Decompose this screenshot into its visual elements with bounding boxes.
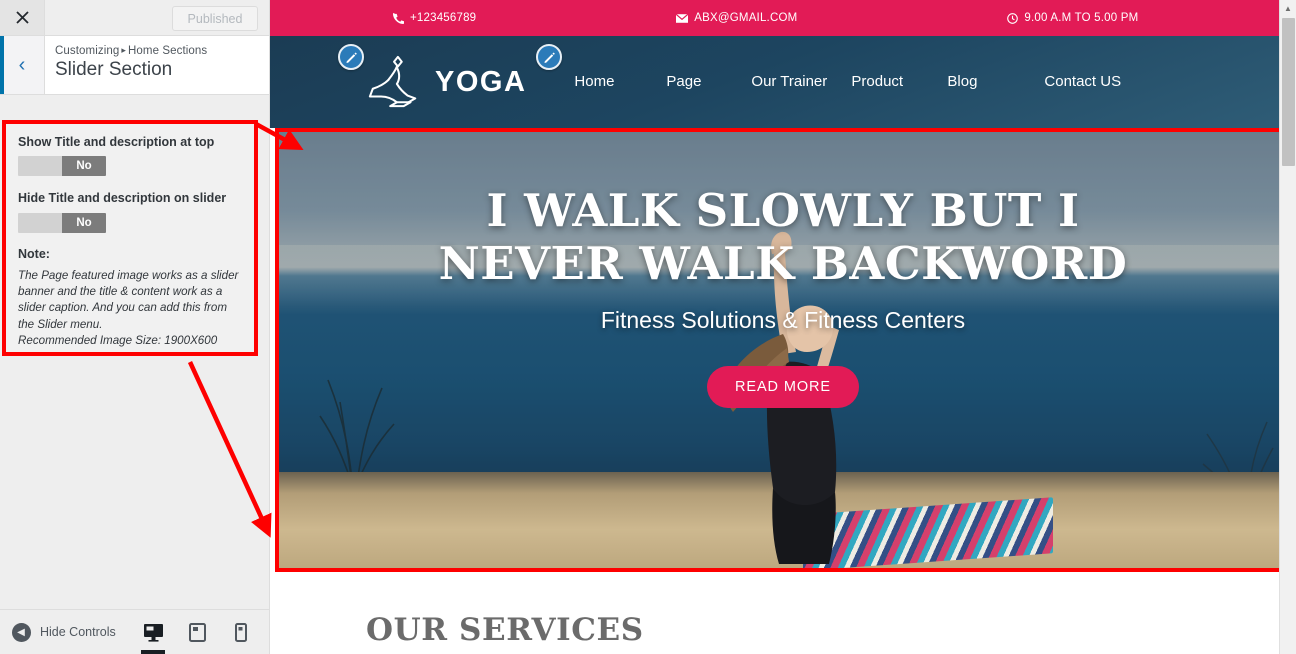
chevron-left-icon: ‹: [18, 54, 26, 76]
page-title: Slider Section: [55, 59, 173, 80]
read-more-button[interactable]: READ MORE: [707, 366, 859, 409]
hide-title-toggle[interactable]: No: [18, 212, 106, 233]
site-header: YOGA Home Page Our Trainer Product Blog …: [270, 36, 1296, 128]
sidebar-topbar: Published: [0, 0, 269, 36]
breadcrumb-separator-icon: ▸: [121, 45, 126, 55]
hide-title-label: Hide Title and description on slider: [18, 191, 227, 206]
back-button[interactable]: ‹: [0, 36, 45, 94]
slider-title-line-1: I WALK SLOWLY BUT I: [486, 184, 1080, 237]
yoga-pose-icon: [368, 55, 417, 108]
customizer-screen: Published ‹ Customizing ▸ Home Sections Sl…: [0, 0, 1296, 654]
tablet-icon[interactable]: [183, 610, 211, 654]
device-preview-switcher: [139, 610, 269, 654]
slider-banner-image: I WALK SLOWLY BUT I NEVER WALK BACKWORD …: [279, 132, 1287, 568]
close-icon[interactable]: [0, 0, 45, 35]
nav-item-home[interactable]: Home: [574, 70, 666, 93]
mobile-icon[interactable]: [227, 610, 255, 654]
note-heading: Note:: [18, 246, 50, 261]
topbar-phone-text: +123456789: [410, 12, 477, 24]
show-title-label: Show Title and description at top: [18, 135, 215, 149]
customizer-sidebar: Published ‹ Customizing ▸ Home Sections Sl…: [0, 0, 270, 654]
nav-item-page[interactable]: Page: [666, 70, 751, 93]
topbar-hours-text: 9.00 A.M TO 5.00 PM: [1024, 12, 1139, 24]
slider-subtitle: Fitness Solutions & Fitness Centers: [600, 307, 966, 334]
edit-menu-pencil-icon[interactable]: [536, 44, 562, 70]
toggle-track-off: [18, 156, 62, 177]
site-logo[interactable]: YOGA: [365, 54, 526, 110]
site-logo-text: YOGA: [435, 65, 527, 98]
toggle-track-off: [18, 212, 62, 233]
services-section: OUR SERVICES: [270, 572, 1296, 654]
services-heading: OUR SERVICES: [366, 612, 644, 648]
topbar-email-text: ABX@GMAIL.COM: [694, 12, 798, 24]
slider-caption: I WALK SLOWLY BUT I NEVER WALK BACKWORD …: [279, 184, 1287, 409]
desktop-icon[interactable]: [139, 610, 167, 654]
hide-title-toggle-value: No: [62, 212, 106, 233]
preview-scrollbar[interactable]: ▲: [1279, 0, 1296, 654]
clock-icon: [1007, 12, 1019, 24]
scrollbar-thumb[interactable]: [1282, 18, 1295, 166]
nav-item-our-trainer[interactable]: Our Trainer: [751, 70, 851, 93]
show-title-toggle-value: No: [62, 156, 106, 177]
slider-title: I WALK SLOWLY BUT I NEVER WALK BACKWORD: [279, 184, 1287, 290]
nav-item-contact-us[interactable]: Contact US: [1044, 70, 1134, 93]
slider-settings: Show Title and description at top No Hid…: [6, 124, 254, 350]
site-preview: +123456789 ABX@GMAIL.COM 9.00 A.M TO 5.0…: [270, 0, 1296, 654]
edit-logo-pencil-icon[interactable]: [338, 44, 364, 70]
hide-controls-label: Hide Controls: [40, 625, 116, 639]
sidebar-footer: ◀ Hide Controls: [0, 609, 269, 654]
nav-item-blog[interactable]: Blog: [947, 70, 1044, 93]
slider-title-line-2: NEVER WALK BACKWORD: [438, 237, 1128, 291]
mail-icon: [676, 13, 689, 23]
hide-controls-button[interactable]: ◀ Hide Controls: [12, 622, 116, 642]
site-topbar: +123456789 ABX@GMAIL.COM 9.00 A.M TO 5.0…: [270, 0, 1296, 36]
collapse-arrow-icon: ◀: [12, 622, 31, 642]
breadcrumb-root[interactable]: Customizing: [55, 45, 119, 57]
site-nav: Home Page Our Trainer Product Blog Conta…: [574, 70, 1134, 93]
highlighted-slider-section: I WALK SLOWLY BUT I NEVER WALK BACKWORD …: [275, 128, 1291, 572]
scroll-up-arrow-icon[interactable]: ▲: [1280, 0, 1296, 17]
highlighted-settings-group: Show Title and description at top No Hid…: [2, 120, 258, 356]
topbar-hours: 9.00 A.M TO 5.00 PM: [1007, 12, 1138, 24]
sidebar-header: ‹ Customizing ▸ Home Sections Slider Secti…: [0, 36, 269, 95]
topbar-phone[interactable]: +123456789: [393, 12, 476, 24]
note-size-line: Recommended Image Size: 1900X600: [18, 334, 218, 348]
breadcrumb-parent[interactable]: Home Sections: [128, 45, 207, 57]
breadcrumb: Customizing ▸ Home Sections: [55, 45, 207, 57]
nav-item-product[interactable]: Product: [851, 70, 947, 93]
note-text: The Page featured image works as a slide…: [18, 268, 239, 331]
sidebar-title-group: Customizing ▸ Home Sections Slider Section: [45, 36, 207, 94]
topbar-email[interactable]: ABX@GMAIL.COM: [676, 12, 797, 24]
published-button[interactable]: Published: [172, 6, 258, 31]
phone-icon: [393, 12, 404, 24]
show-title-toggle[interactable]: No: [18, 156, 106, 177]
note-body: The Page featured image works as a slide…: [18, 268, 242, 350]
